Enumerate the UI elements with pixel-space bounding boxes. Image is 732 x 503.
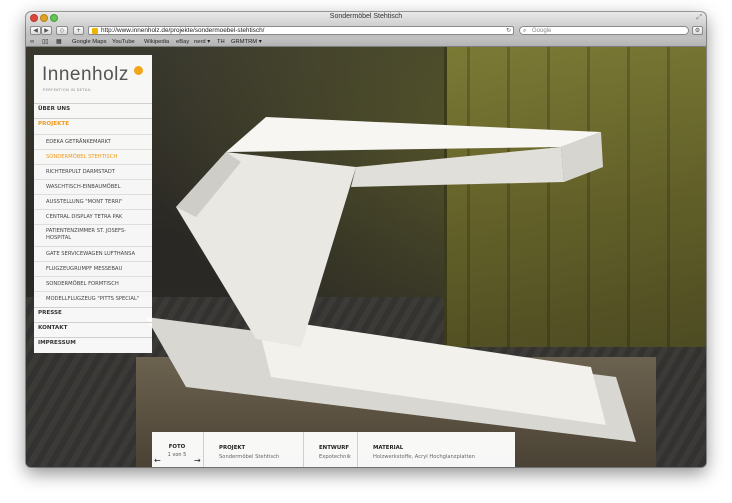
- bookmarks-book-icon[interactable]: ▯▯: [42, 38, 48, 46]
- nav-projekte[interactable]: PROJEKTE: [34, 118, 152, 129]
- reading-list-icon[interactable]: ∞: [30, 38, 34, 46]
- search-icon: ⌕: [523, 27, 527, 34]
- back-arrow-icon: ◀: [33, 27, 38, 34]
- nav-project-waschtisch[interactable]: WASCHTISCH-EINBAUMÖBEL: [34, 179, 152, 194]
- site-sidebar: Innenholz PERFEKTION IN DETAIL ÜBER UNS …: [34, 55, 152, 353]
- gear-icon: ⚙: [694, 27, 701, 34]
- bookmark-grmtrm-folder[interactable]: GRMTRM ▾: [231, 38, 262, 46]
- previous-photo-arrow-icon[interactable]: ←: [154, 457, 161, 465]
- bookmark-nerd-folder[interactable]: nerd ▾: [194, 38, 210, 46]
- reload-icon[interactable]: ↻: [506, 27, 511, 35]
- nav-ueber-uns[interactable]: ÜBER UNS: [34, 103, 152, 114]
- nav-project-servicewagen[interactable]: GATE SERVICEWAGEN LUFTHANSA: [34, 246, 152, 261]
- site-favicon-icon: [92, 28, 98, 34]
- address-bar[interactable]: http://www.innenholz.de/projekte/sonderm…: [88, 26, 514, 35]
- back-button[interactable]: ◀: [30, 26, 41, 35]
- nav-project-stehtisch[interactable]: SONDERMÖBEL STEHTISCH: [34, 149, 152, 164]
- material-cell: MATERIAL Holzwerkstoffe, Acryl Hochglanz…: [358, 432, 515, 467]
- nav-project-flugzeugrumpf[interactable]: FLUGZEUGRUMPF MESSEBAU: [34, 261, 152, 276]
- search-placeholder[interactable]: Google: [532, 27, 551, 35]
- nav-project-patientenzimmer[interactable]: PATIENTENZIMMER ST. JOSEFS-HOSPITAL: [34, 224, 152, 246]
- top-sites-icon[interactable]: ▦: [56, 38, 61, 46]
- nav-project-formtisch[interactable]: SONDERMÖBEL FORMTISCH: [34, 276, 152, 291]
- compass-icon: ◇: [59, 27, 65, 34]
- address-text[interactable]: http://www.innenholz.de/projekte/sonderm…: [101, 27, 264, 35]
- foto-label: FOTO: [168, 444, 186, 450]
- site-logo[interactable]: Innenholz: [42, 65, 129, 85]
- project-info-bar: FOTO 1 von 5 ← → PROJEKT Sondermöbel Ste…: [152, 432, 515, 467]
- browser-window: Sondermöbel Stehtisch ⤢ ◀ ▶ ◇ + http://w…: [26, 12, 706, 467]
- entwurf-label: ENTWURF: [319, 445, 350, 451]
- bookmark-youtube[interactable]: YouTube: [112, 38, 135, 46]
- projekt-label: PROJEKT: [219, 445, 246, 451]
- desk-top-front: [351, 147, 564, 187]
- nav-project-richterpult[interactable]: RICHTERPULT DARMSTADT: [34, 164, 152, 179]
- projekt-value: Sondermöbel Stehtisch: [219, 454, 280, 460]
- settings-button[interactable]: ⚙: [692, 26, 703, 35]
- bookmark-th[interactable]: TH: [217, 38, 225, 46]
- nav-presse[interactable]: PRESSE: [34, 307, 152, 318]
- bookmark-wikipedia[interactable]: Wikipedia: [144, 38, 169, 46]
- entwurf-value: Expotechnik: [319, 454, 351, 460]
- forward-arrow-icon: ▶: [44, 27, 49, 34]
- nav-project-tetra-pak[interactable]: CENTRAL DISPLAY TETRA PAK: [34, 209, 152, 224]
- site-tagline: PERFEKTION IN DETAIL: [43, 88, 92, 92]
- fullscreen-icon[interactable]: ⤢: [696, 13, 702, 22]
- logo-mark-icon: [134, 66, 143, 75]
- desk-top: [226, 117, 601, 152]
- nav-project-edeka[interactable]: EDEKA GETRÄNKEMARKT: [34, 134, 152, 149]
- sidebar-toggle-button[interactable]: ◇: [56, 26, 68, 35]
- bookmarks-bar: ∞ ▯▯ ▦ Google Maps YouTube Wikipedia eBa…: [26, 37, 706, 47]
- add-bookmark-button[interactable]: +: [73, 26, 84, 35]
- nav-project-mont-terri[interactable]: AUSSTELLUNG "MONT TERRI": [34, 194, 152, 209]
- material-value: Holzwerkstoffe, Acryl Hochglanzplatten: [373, 454, 475, 460]
- forward-button[interactable]: ▶: [41, 26, 52, 35]
- nav-kontakt[interactable]: KONTAKT: [34, 322, 152, 333]
- next-photo-arrow-icon[interactable]: →: [194, 457, 201, 465]
- search-field[interactable]: ⌕ Google: [519, 26, 689, 35]
- nav-project-pitts-special[interactable]: MODELLFLUGZEUG "PITTS SPECIAL": [34, 291, 152, 306]
- material-label: MATERIAL: [373, 445, 404, 451]
- title-bar: Sondermöbel Stehtisch ⤢: [26, 12, 706, 24]
- entwurf-cell: ENTWURF Expotechnik: [304, 432, 358, 467]
- nav-impressum[interactable]: IMPRESSUM: [34, 337, 152, 348]
- bookmark-google-maps[interactable]: Google Maps: [72, 38, 106, 46]
- projekt-cell: PROJEKT Sondermöbel Stehtisch: [204, 432, 304, 467]
- browser-toolbar: ◀ ▶ ◇ + http://www.innenholz.de/projekte…: [26, 24, 706, 37]
- window-title: Sondermöbel Stehtisch: [329, 13, 403, 20]
- bookmark-ebay[interactable]: eBay: [176, 38, 189, 46]
- web-page: Innenholz PERFEKTION IN DETAIL ÜBER UNS …: [26, 47, 706, 467]
- foto-cell: FOTO 1 von 5 ← →: [152, 432, 204, 467]
